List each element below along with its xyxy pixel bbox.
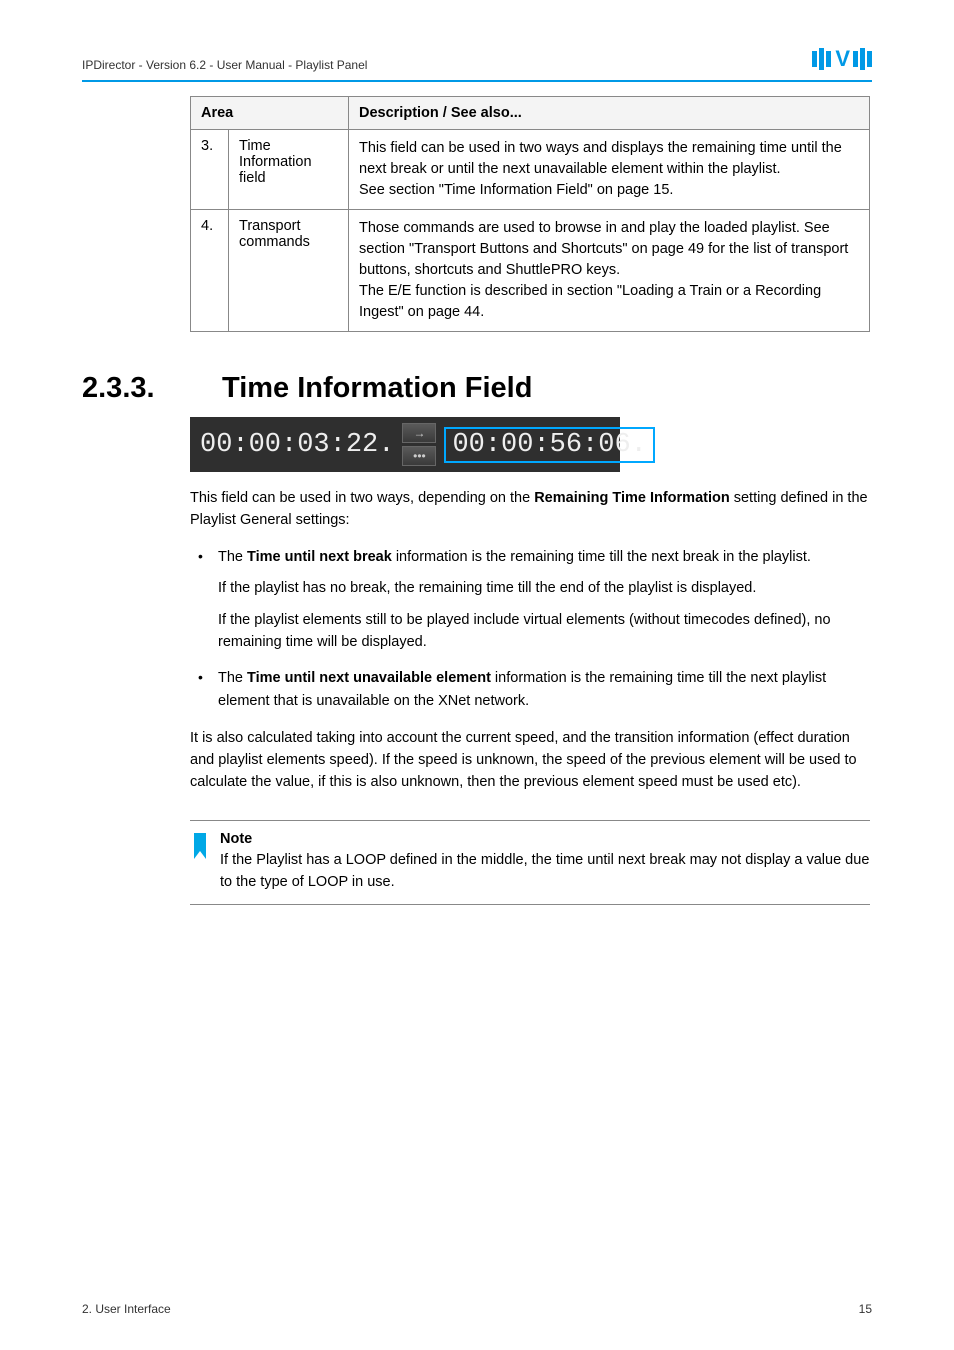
table-header-description: Description / See also...: [349, 97, 870, 130]
timecode-remaining: 00:00:56:06.: [452, 430, 646, 460]
note-bookmark-icon: [190, 831, 210, 863]
doc-title: IPDirector - Version 6.2 - User Manual -…: [82, 58, 367, 72]
row-description: Those commands are used to browse in and…: [349, 210, 870, 332]
timecode-panel: 00:00:03:22. → ••• 00:00:56:06.: [190, 417, 620, 472]
text-fragment: information is the remaining time till t…: [392, 549, 811, 565]
text-fragment: The: [218, 549, 247, 565]
section-title-text: Time Information Field: [222, 372, 532, 405]
row-number: 4.: [191, 210, 229, 332]
list-item: The Time until next unavailable element …: [190, 667, 870, 712]
row-description: This field can be used in two ways and d…: [349, 130, 870, 210]
row-number: 3.: [191, 130, 229, 210]
row-area-label: Time Information field: [229, 130, 349, 210]
list-item: The Time until next break information is…: [190, 546, 870, 568]
area-description-table: Area Description / See also... 3. Time I…: [190, 96, 870, 332]
ellipsis-icon[interactable]: •••: [402, 446, 436, 466]
timecode-remaining-box: 00:00:56:06.: [444, 427, 654, 463]
text-fragment: This field can be used in two ways, depe…: [190, 490, 534, 506]
page-header: IPDirector - Version 6.2 - User Manual -…: [82, 46, 872, 78]
page-footer: 2. User Interface 15: [82, 1302, 872, 1316]
table-row: 4. Transport commands Those commands are…: [191, 210, 870, 332]
table-header-area: Area: [191, 97, 349, 130]
note-body: If the Playlist has a LOOP defined in th…: [220, 850, 870, 894]
timecode-current: 00:00:03:22.: [200, 430, 394, 460]
outro-paragraph: It is also calculated taking into accoun…: [190, 728, 870, 793]
text-bold: Time until next unavailable element: [247, 670, 491, 686]
section-number: 2.3.3.: [82, 372, 178, 405]
note-block: Note If the Playlist has a LOOP defined …: [190, 820, 870, 905]
text-fragment: The: [218, 670, 247, 686]
row-desc-line: See section "Time Information Field" on …: [359, 180, 859, 201]
timecode-button-stack: → •••: [402, 423, 436, 466]
row-desc-line: This field can be used in two ways and d…: [359, 138, 859, 180]
text-bold: Time until next break: [247, 549, 392, 565]
row-area-label: Transport commands: [229, 210, 349, 332]
intro-paragraph: This field can be used in two ways, depe…: [190, 488, 870, 532]
row-desc-line: The E/E function is described in section…: [359, 281, 859, 323]
sub-paragraph: If the playlist elements still to be pla…: [190, 610, 870, 654]
footer-section: 2. User Interface: [82, 1302, 171, 1316]
note-label: Note: [220, 829, 870, 851]
row-desc-line: Those commands are used to browse in and…: [359, 218, 859, 281]
text-bold: Remaining Time Information: [534, 490, 730, 506]
section-heading: 2.3.3. Time Information Field: [82, 372, 872, 405]
sub-paragraph: If the playlist has no break, the remain…: [190, 578, 870, 600]
evs-logo-icon: V: [812, 46, 872, 72]
table-row: 3. Time Information field This field can…: [191, 130, 870, 210]
arrow-right-icon[interactable]: →: [402, 423, 436, 443]
footer-page-number: 15: [859, 1302, 872, 1316]
